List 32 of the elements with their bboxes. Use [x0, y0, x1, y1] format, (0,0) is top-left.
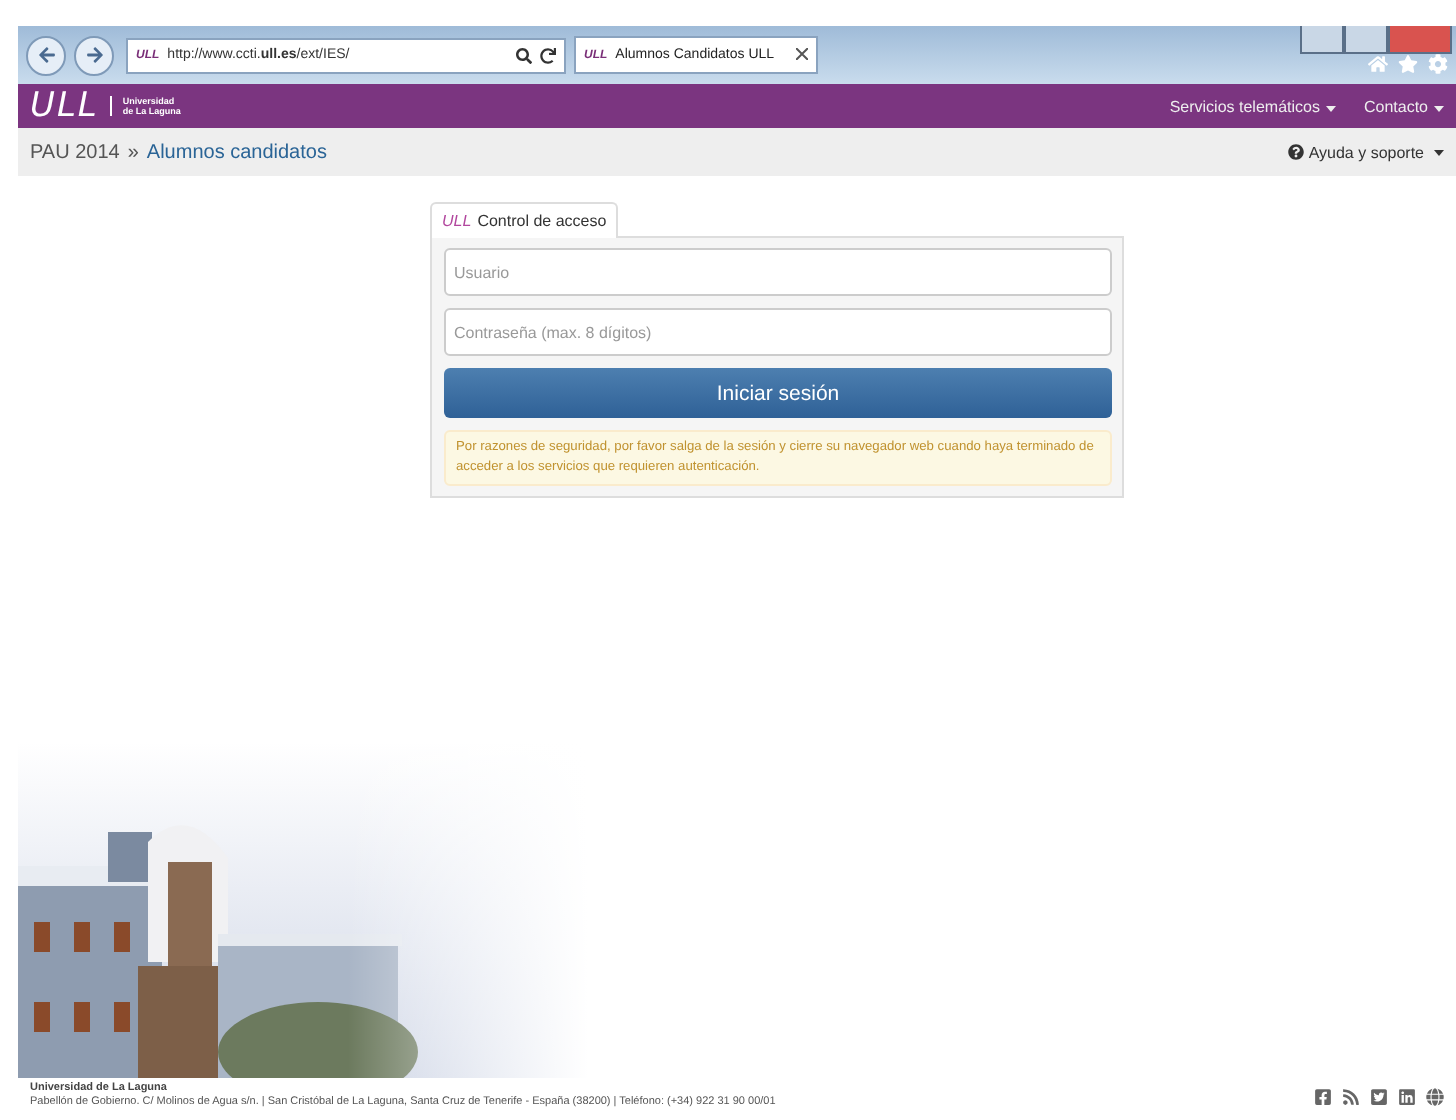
settings-icon[interactable] [1428, 53, 1448, 73]
login-tab[interactable]: ULL Control de acceso [430, 202, 619, 238]
password-field[interactable]: Contraseña (max. 8 dígitos) [444, 308, 1112, 356]
breadcrumb-separator: » [127, 141, 139, 163]
maximize-button[interactable] [1344, 26, 1388, 54]
logo[interactable]: ULL [30, 86, 99, 126]
linkedin-icon[interactable] [1398, 1088, 1416, 1106]
username-field[interactable]: Usuario [444, 248, 1112, 296]
minimize-button[interactable] [1300, 26, 1344, 54]
rss-icon[interactable] [1342, 1088, 1360, 1106]
caret-icon [1434, 149, 1444, 155]
question-icon [1288, 144, 1305, 160]
arrow-left-icon [37, 46, 55, 64]
caret-icon [1434, 105, 1444, 111]
menu-item[interactable]: Contacto [1363, 97, 1444, 115]
forward-button[interactable] [74, 35, 114, 75]
twitter-icon[interactable] [1370, 1088, 1388, 1106]
arrow-right-icon [85, 46, 103, 64]
search-icon[interactable] [516, 47, 532, 63]
facebook-icon[interactable] [1314, 1088, 1332, 1106]
help-menu[interactable]: Ayuda y soporte [1288, 143, 1444, 161]
globe-icon[interactable] [1426, 1088, 1444, 1106]
back-button[interactable] [26, 35, 66, 75]
close-icon[interactable] [796, 48, 808, 60]
star-icon[interactable] [1398, 53, 1418, 73]
caret-icon [1325, 105, 1336, 111]
refresh-icon[interactable] [540, 47, 556, 63]
home-icon[interactable] [1368, 53, 1388, 73]
login-button[interactable]: Iniciar sesión [444, 368, 1112, 418]
breadcrumb-link[interactable]: Alumnos candidatos [146, 141, 327, 163]
menu-item[interactable]: Servicios telemáticos [1169, 97, 1336, 115]
breadcrumb-link[interactable]: PAU 2014 [30, 141, 120, 163]
